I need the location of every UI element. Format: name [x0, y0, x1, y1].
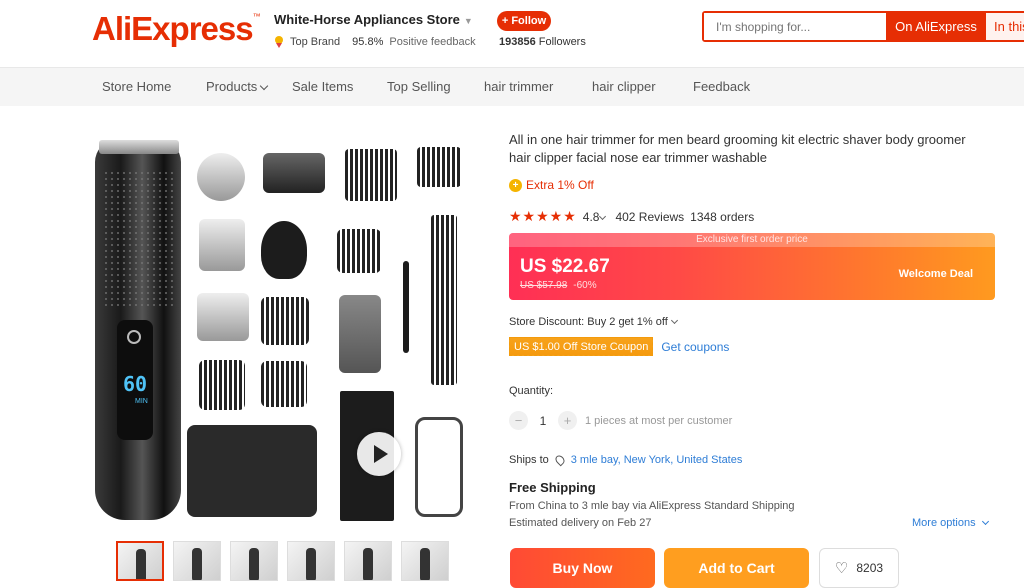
- quantity-note: 1 pieces at most per customer: [585, 414, 733, 427]
- thumbnail[interactable]: [401, 541, 449, 581]
- thumbnail[interactable]: [173, 541, 221, 581]
- search-bar: On AliExpress In this store: [702, 11, 1024, 42]
- wishlist-count: 8203: [856, 561, 884, 575]
- thumbnail[interactable]: [116, 541, 164, 581]
- current-price: US $22.67: [520, 256, 610, 277]
- nav-hair-clipper[interactable]: hair clipper: [592, 79, 656, 94]
- nav-sale-items[interactable]: Sale Items: [292, 79, 353, 94]
- orders-count: 1348 orders: [690, 209, 755, 224]
- ships-to: Ships to 3 mle bay, New York, United Sta…: [509, 453, 743, 467]
- play-video-icon[interactable]: [357, 432, 401, 476]
- thumbnail[interactable]: [287, 541, 335, 581]
- decrease-quantity-button[interactable]: −: [509, 411, 528, 430]
- medal-icon: [274, 36, 284, 48]
- star-rating-icon: ★★★★★: [509, 208, 577, 224]
- plus-circle-icon: +: [509, 178, 522, 192]
- get-coupons-link[interactable]: Get coupons: [661, 340, 729, 354]
- chevron-down-icon: [670, 316, 678, 325]
- product-image[interactable]: 60 MIN: [95, 135, 475, 525]
- followers-count: 193856 Followers: [499, 36, 586, 48]
- nav-hair-trimmer[interactable]: hair trimmer: [484, 79, 553, 94]
- top-brand-label: Top Brand: [290, 36, 341, 48]
- heart-icon: ♡: [834, 560, 849, 577]
- shipping-from: From China to 3 mle bay via AliExpress S…: [509, 500, 795, 512]
- more-options-link[interactable]: More options: [912, 517, 989, 529]
- estimated-delivery: Estimated delivery on Feb 27: [509, 517, 652, 529]
- nav-top-selling[interactable]: Top Selling: [387, 79, 451, 94]
- add-to-cart-button[interactable]: Add to Cart: [664, 548, 809, 588]
- original-price: US $57.98 -60%: [520, 280, 597, 291]
- nav-products[interactable]: Products: [206, 79, 269, 94]
- exclusive-label: Exclusive first order price: [509, 233, 995, 247]
- feedback-value: 95.8%: [352, 36, 384, 48]
- chevron-down-icon: [599, 212, 607, 220]
- search-store-button[interactable]: In this store: [986, 13, 1024, 40]
- quantity-label: Quantity:: [509, 385, 554, 397]
- store-nav: Store Home Products Sale Items Top Selli…: [0, 68, 1024, 106]
- ships-to-location[interactable]: 3 mle bay, New York, United States: [571, 454, 743, 466]
- buy-now-button[interactable]: Buy Now: [510, 548, 655, 588]
- search-input[interactable]: [704, 13, 886, 40]
- search-aliexpress-button[interactable]: On AliExpress: [886, 13, 986, 40]
- nav-feedback[interactable]: Feedback: [693, 79, 750, 94]
- coupon-row: US $1.00 Off Store Coupon Get coupons: [509, 337, 729, 356]
- location-pin-icon: [553, 453, 567, 467]
- clipper-image: 60 MIN: [95, 140, 181, 520]
- thumbnail[interactable]: [344, 541, 392, 581]
- extra-off: + Extra 1% Off: [509, 178, 594, 192]
- store-meta: Top Brand 95.8% Positive feedback: [274, 36, 476, 48]
- store-discount[interactable]: Store Discount: Buy 2 get 1% off: [509, 316, 678, 328]
- chevron-down-icon: [981, 517, 989, 526]
- reviews-link[interactable]: 402 Reviews: [615, 210, 684, 224]
- rating-value[interactable]: 4.8: [583, 210, 607, 224]
- chevron-down-icon: [260, 81, 269, 91]
- caret-down-icon: ▼: [463, 16, 473, 26]
- top-bar: AliExpress™ White-Horse Appliances Store…: [0, 0, 1024, 68]
- feedback-label: Positive feedback: [389, 36, 476, 48]
- store-name[interactable]: White-Horse Appliances Store ▼: [274, 12, 473, 27]
- free-shipping: Free Shipping: [509, 480, 596, 495]
- welcome-deal-label: Welcome Deal: [898, 268, 973, 280]
- nav-store-home[interactable]: Store Home: [102, 79, 171, 94]
- wishlist-button[interactable]: ♡ 8203: [819, 548, 899, 588]
- quantity-stepper: − 1 + 1 pieces at most per customer: [509, 411, 732, 430]
- increase-quantity-button[interactable]: +: [558, 411, 577, 430]
- price-box: Exclusive first order price US $22.67 US…: [509, 233, 995, 300]
- rating-row: ★★★★★ 4.8 402 Reviews 1348 orders: [509, 208, 754, 225]
- product-title: All in one hair trimmer for men beard gr…: [509, 132, 966, 165]
- quantity-value[interactable]: 1: [536, 414, 550, 428]
- thumbnail-strip: [116, 541, 449, 581]
- store-coupon-badge[interactable]: US $1.00 Off Store Coupon: [509, 337, 654, 356]
- follow-button[interactable]: + Follow: [497, 11, 551, 31]
- aliexpress-logo[interactable]: AliExpress™: [92, 10, 261, 48]
- thumbnail[interactable]: [230, 541, 278, 581]
